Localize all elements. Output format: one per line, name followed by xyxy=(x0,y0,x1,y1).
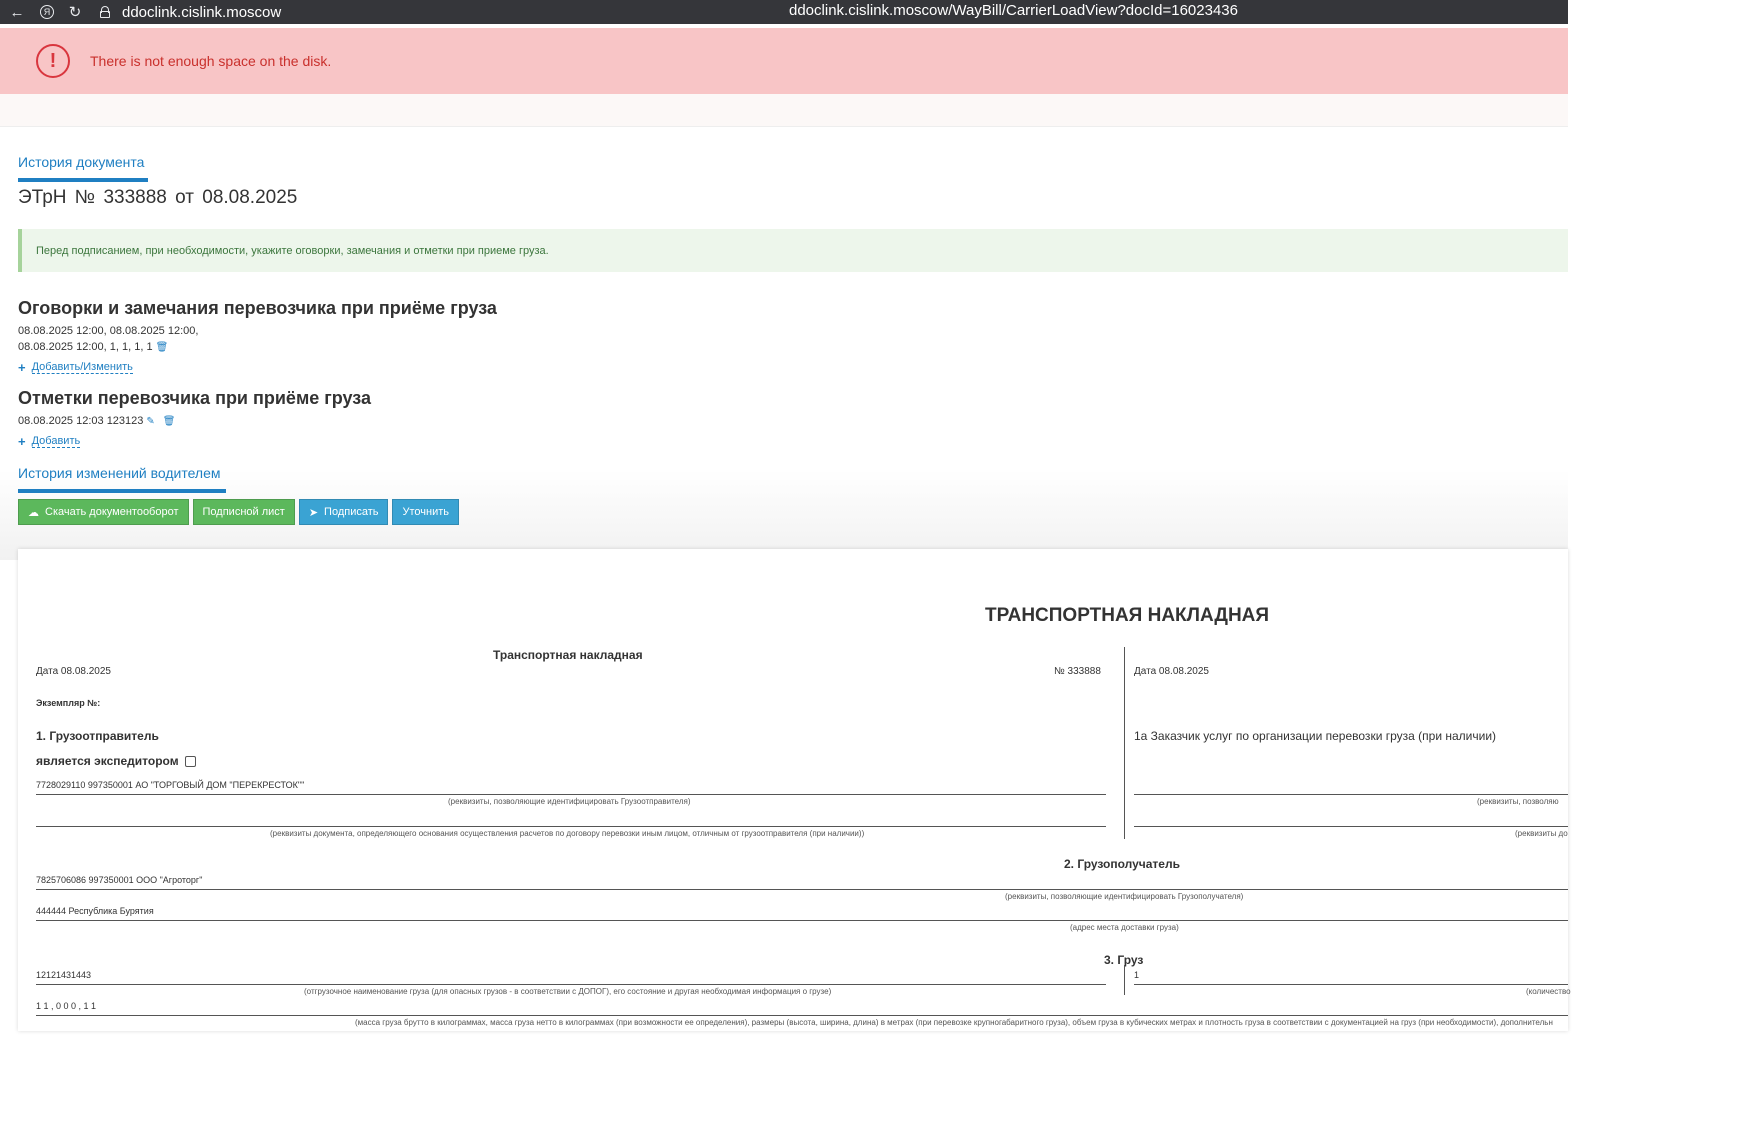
waybill-main-title: ТРАНСПОРТНАЯ НАКЛАДНАЯ xyxy=(985,605,1270,626)
customer-line-1 xyxy=(1134,794,1568,795)
cargo-caption: (отгрузочное наименование груза (для опа… xyxy=(304,987,832,996)
trash-icon[interactable]: 🗑 xyxy=(156,340,169,356)
cargo-column-divider xyxy=(1124,965,1125,995)
marks-entry-text: 08.08.2025 12:03 123123 xyxy=(18,415,144,427)
number-field: № 333888 xyxy=(1054,666,1101,677)
copy-number-label: Экземпляр №: xyxy=(36,698,101,708)
marks-title: Отметки перевозчика при приёме груза xyxy=(18,388,372,408)
add-edit-link[interactable]: Добавить/Изменить xyxy=(31,361,133,374)
paper-plane-icon: ➤ xyxy=(308,506,319,519)
doc-from: от xyxy=(175,187,194,208)
waybill-document: ТРАНСПОРТНАЯ НАКЛАДНАЯ Транспортная накл… xyxy=(18,549,1571,1031)
mass-value: 1 1 , 0 0 0 , 1 1 xyxy=(36,1001,97,1011)
doc-number: 333888 xyxy=(103,187,167,208)
shipper-value: 7728029110 997350001 АО "ТОРГОВЫЙ ДОМ "П… xyxy=(36,780,305,790)
pencil-icon[interactable]: ✎ xyxy=(146,414,154,430)
doc-date: 08.08.2025 xyxy=(202,187,298,208)
tab-driver-history[interactable]: История изменений водителем xyxy=(18,465,226,493)
plus-icon: + xyxy=(18,434,26,449)
payer-line xyxy=(36,826,1106,827)
marks-entry: 08.08.2025 12:03 123123 ✎ 🗑 xyxy=(18,413,176,430)
yandex-icon[interactable]: Я xyxy=(40,5,54,19)
consignee-line xyxy=(36,889,1568,890)
mass-line xyxy=(36,1015,1568,1016)
address-caption: (адрес места доставки груза) xyxy=(1070,923,1179,932)
address-bar-domain[interactable]: ddoclink.cislink.moscow xyxy=(122,4,281,21)
customer-title: 1а Заказчик услуг по организации перевоз… xyxy=(1134,729,1497,743)
add-edit-reservations[interactable]: + Добавить/Изменить xyxy=(18,360,133,375)
error-banner: ! There is not enough space on the disk. xyxy=(0,28,1568,94)
reservations-title: Оговорки и замечания перевозчика при при… xyxy=(18,298,497,318)
mass-caption: (масса груза брутто в килограммах, масса… xyxy=(355,1018,1553,1027)
sign-label: Подписать xyxy=(324,506,379,518)
consignee-title: 2. Грузополучатель xyxy=(1064,857,1180,871)
info-alert: Перед подписанием, при необходимости, ук… xyxy=(18,229,1568,272)
trash-icon[interactable]: 🗑 xyxy=(163,414,176,430)
clarify-button[interactable]: Уточнить xyxy=(392,499,459,525)
action-toolbar: ☁ Скачать документооборот Подписной лист… xyxy=(18,499,459,525)
tab-document-history[interactable]: История документа xyxy=(18,154,148,182)
is-forwarder-label: является экспедитором xyxy=(36,754,179,768)
error-message: There is not enough space on the disk. xyxy=(90,53,332,69)
customer-caption-1: (реквизиты, позволяю xyxy=(1477,797,1559,806)
plus-icon: + xyxy=(18,360,26,375)
add-link[interactable]: Добавить xyxy=(31,435,81,448)
reservations-line-2-text: 08.08.2025 12:00, 1, 1, 1, 1 xyxy=(18,341,153,353)
shipper-line xyxy=(36,794,1106,795)
reservations-line-1: 08.08.2025 12:00, 08.08.2025 12:00, xyxy=(18,325,199,337)
consignee-value: 7825706086 997350001 ООО "Агроторг" xyxy=(36,875,203,885)
cloud-download-icon: ☁ xyxy=(28,506,39,519)
download-workflow-button[interactable]: ☁ Скачать документооборот xyxy=(18,499,189,525)
address-bar-url[interactable]: ddoclink.cislink.moscow/WayBill/CarrierL… xyxy=(789,2,1238,19)
is-forwarder-row: является экспедитором xyxy=(36,754,196,768)
cargo-line xyxy=(36,984,1106,985)
address-value: 444444 Республика Бурятия xyxy=(36,906,154,916)
cargo-right-value: 1 xyxy=(1134,970,1140,980)
date-left: Дата 08.08.2025 xyxy=(36,666,111,677)
back-arrow-icon[interactable]: ← xyxy=(6,1,28,23)
consignee-caption: (реквизиты, позволяющие идентифицировать… xyxy=(1005,892,1244,901)
shipper-title: 1. Грузоотправитель xyxy=(36,729,159,743)
shipper-caption: (реквизиты, позволяющие идентифицировать… xyxy=(448,797,691,806)
download-workflow-label: Скачать документооборот xyxy=(45,506,179,518)
page-title: ЭТрН № 333888 от 08.08.2025 xyxy=(18,187,297,209)
address-line xyxy=(36,920,1568,921)
doc-prefix: ЭТрН № xyxy=(18,187,96,208)
column-divider xyxy=(1124,647,1125,839)
cargo-value: 12121431443 xyxy=(36,970,92,980)
cargo-right-caption: (количество xyxy=(1526,987,1571,996)
date-right: Дата 08.08.2025 xyxy=(1134,666,1209,677)
browser-toolbar: ← Я ↻ ddoclink.cislink.moscow ddoclink.c… xyxy=(0,0,1568,24)
payer-caption: (реквизиты документа, определяющего осно… xyxy=(270,829,865,838)
add-mark[interactable]: + Добавить xyxy=(18,434,81,449)
is-forwarder-checkbox[interactable] xyxy=(184,756,196,768)
reservations-line-2: 08.08.2025 12:00, 1, 1, 1, 1 🗑 xyxy=(18,339,168,356)
waybill-subtitle: Транспортная накладная xyxy=(493,648,643,662)
lock-icon[interactable] xyxy=(100,6,110,18)
customer-line-2 xyxy=(1134,826,1568,827)
reload-icon[interactable]: ↻ xyxy=(64,1,86,23)
sign-button[interactable]: ➤ Подписать xyxy=(298,499,389,525)
exclamation-circle-icon: ! xyxy=(36,44,70,78)
signature-sheet-button[interactable]: Подписной лист xyxy=(192,499,295,525)
customer-caption-2: (реквизиты до xyxy=(1515,829,1568,838)
header-strip xyxy=(0,94,1568,127)
cargo-right-line xyxy=(1134,984,1568,985)
